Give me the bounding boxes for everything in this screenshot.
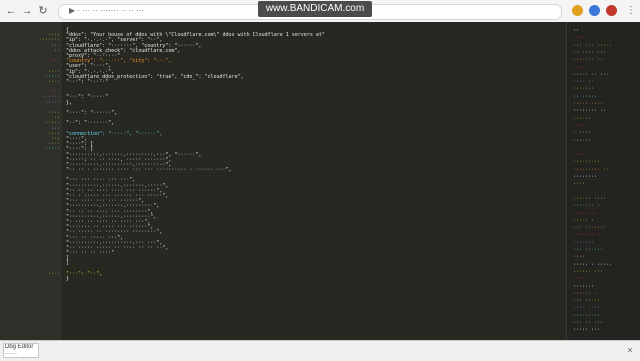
minimap-row: ····· · [573,217,595,224]
minimap-row: ······· ·· [573,57,604,64]
minimap-row: ····· ···· [573,101,604,107]
minimap-row: ········ [573,210,598,217]
download-bar: Dbg Editor ······ × [0,340,640,361]
minimap-row: ·· ···· ··· [573,49,607,56]
minimap-row: ········· [573,159,601,166]
minimap-row: ······· [573,86,595,93]
star-icon[interactable] [572,5,583,16]
line-text: } [66,276,70,282]
recording-watermark: www.BANDICAM.com [258,1,372,17]
minimap-row: ········· ·· [573,166,610,173]
minimap-row: ···· [573,181,586,188]
reload-icon[interactable]: ↻ [36,4,50,18]
minimap-row: ······ ···· [573,195,607,202]
minimap-row: ··· ······ [573,247,604,253]
minimap-row: ········ ·· [573,108,607,115]
address-text: ▶ · ··· ·· ······· ·· ·· ··· [69,6,144,15]
minimap-row: ······· · [573,232,601,239]
minimap-row: ··· ··· ····· [573,42,613,49]
minimap-row: ···· ·· [573,79,595,86]
profile-icon[interactable] [606,5,617,16]
minimap-row: ·· ····· [573,93,598,100]
forward-arrow-icon[interactable]: → [20,4,34,18]
minimap-row: ······ · [573,290,598,297]
minimap-row: ····· ··· [573,327,601,334]
minimap-row: ···· ·· [573,276,595,283]
code-line[interactable]: } [0,276,565,282]
minimap-row: ···· [573,254,586,261]
code-lines[interactable]: {···· "ddos": "Your house of ddos with \"… [0,27,565,282]
minimap-row: ······· · [573,203,601,210]
minimap-row: ··· ····· [573,298,601,305]
minimap-row: ······· [573,283,595,290]
code-editor[interactable]: {···· "ddos": "Your house of ddos with \"… [0,22,640,340]
minimap-row: ···· ·· [573,64,595,71]
minimap-row: ······ [573,115,592,122]
minimap-row: ········· [573,312,601,319]
minimap-row: ····· [573,122,589,129]
minimap-row: ····· · ····· [573,261,613,268]
extension-icon[interactable] [589,5,600,16]
minimap-row: ······· [573,239,595,246]
minimap-row: ···· ···· [573,305,601,312]
minimap-row: ······ [573,137,592,144]
minimap[interactable]: ·· ···· ··· ··· ····· ·· ···· ··· ······· ··… [566,22,640,340]
minimap-row: ·· [573,28,580,34]
minimap-row: ······ ··· [573,268,604,275]
minimap-row: ········ [573,174,598,180]
minimap-row: ····· ·· ··· [573,71,610,78]
minimap-row: ···· [573,35,586,42]
browser-toolbar: ← → ↻ ▶ · ··· ·· ······· ·· ·· ··· www.B… [0,0,640,23]
close-icon[interactable]: × [624,344,636,356]
browser-menu-icon[interactable]: ⋮ [626,3,636,19]
download-item[interactable]: Dbg Editor ······ [3,343,39,358]
minimap-row: ····· [573,152,589,159]
minimap-row: · ···· [573,130,592,137]
minimap-row: ··· ······· [573,225,607,232]
back-arrow-icon[interactable]: ← [4,4,18,18]
minimap-row: ··· ·· ··· [573,320,604,326]
